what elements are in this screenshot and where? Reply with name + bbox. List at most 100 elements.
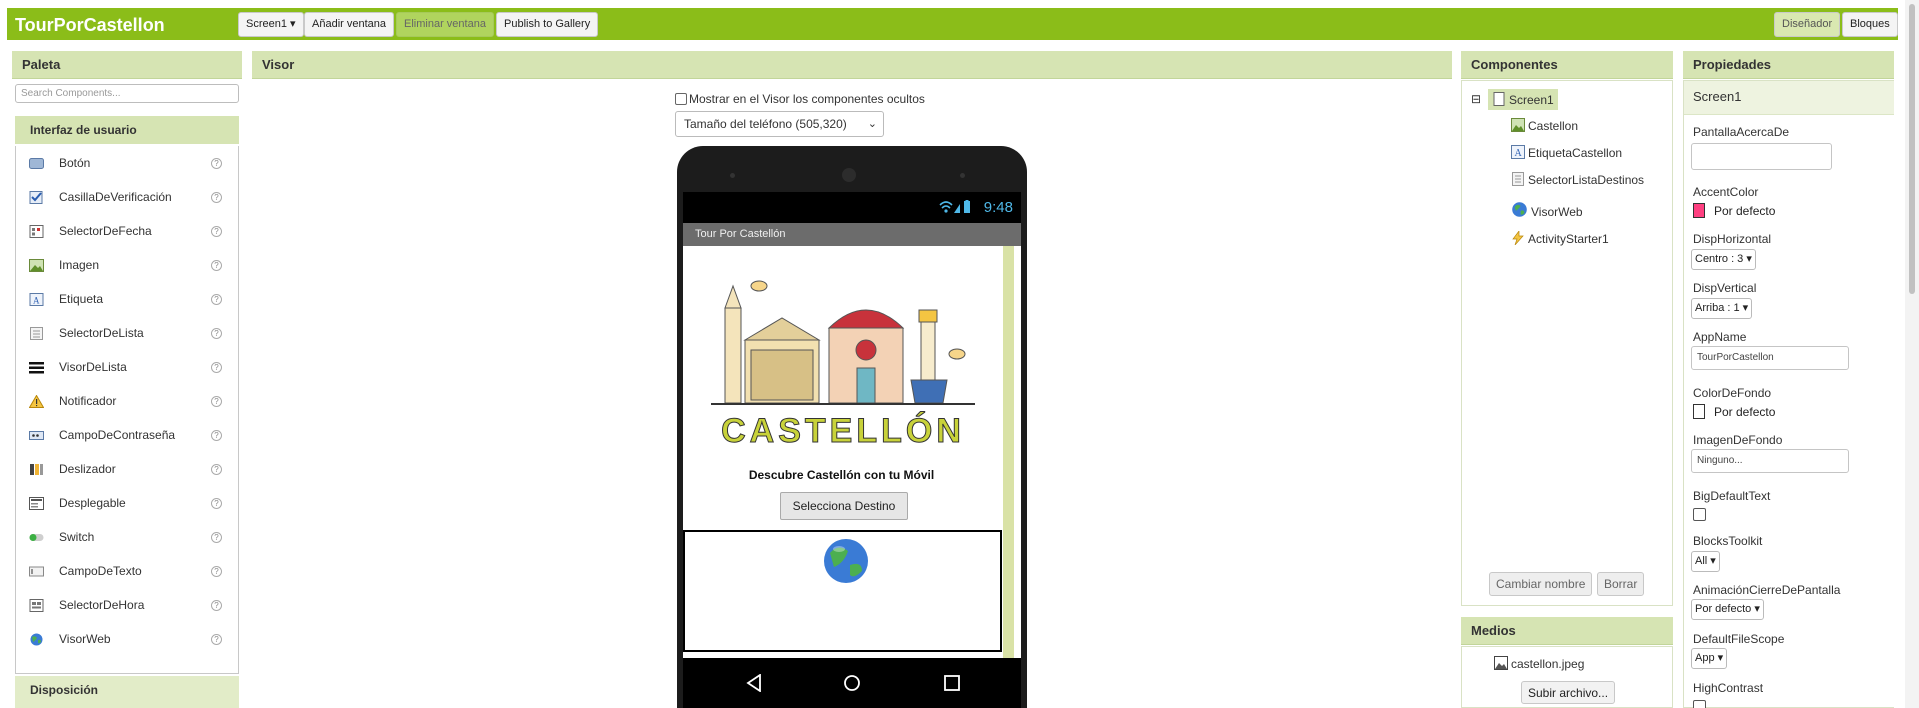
palette-item-webviewer[interactable]: VisorWeb ? [16, 622, 238, 656]
category-user-interface[interactable]: Interfaz de usuario [15, 116, 239, 144]
back-icon[interactable] [746, 674, 762, 692]
palette-item-label[interactable]: A Etiqueta ? [16, 282, 238, 316]
help-icon[interactable]: ? [211, 226, 222, 237]
prop-about-textarea[interactable] [1691, 143, 1832, 170]
properties-component-name: Screen1 [1684, 81, 1894, 115]
blocks-button[interactable]: Bloques [1842, 12, 1898, 37]
palette-item-spinner[interactable]: Desplegable ? [16, 486, 238, 520]
prop-accent-swatch[interactable] [1693, 203, 1705, 218]
help-icon[interactable]: ? [211, 294, 222, 305]
help-icon[interactable]: ? [211, 498, 222, 509]
help-icon[interactable]: ? [211, 158, 222, 169]
prop-accent-value[interactable]: Por defecto [1714, 204, 1775, 218]
prop-appname-input[interactable]: TourPorCastellon [1691, 346, 1849, 370]
help-icon[interactable]: ? [211, 260, 222, 271]
checkbox-box[interactable] [675, 93, 687, 105]
add-screen-button[interactable]: Añadir ventana [304, 12, 394, 37]
palette-item-slider[interactable]: Deslizador ? [16, 452, 238, 486]
prop-bgimage-label: ImagenDeFondo [1693, 433, 1783, 447]
tree-item-castellon[interactable]: Castellon [1511, 118, 1578, 133]
tree-item-label: Castellon [1528, 119, 1579, 133]
help-icon[interactable]: ? [211, 396, 222, 407]
scrollbar-thumb[interactable] [1909, 4, 1915, 294]
properties-header: Propiedades [1683, 51, 1894, 79]
tree-item-visorweb[interactable]: VisorWeb [1511, 201, 1583, 219]
tree-item-screen1[interactable]: Screen1 [1488, 89, 1558, 110]
globe-icon [1512, 202, 1527, 217]
palette-item-password[interactable]: CampoDeContraseña ? [16, 418, 238, 452]
help-icon[interactable]: ? [211, 362, 222, 373]
page-scrollbar[interactable] [1905, 0, 1919, 708]
clock-icon [29, 599, 44, 612]
tree-item-label: VisorWeb [1531, 205, 1583, 219]
publish-gallery-button[interactable]: Publish to Gallery [496, 12, 599, 37]
tree-item-label: Screen1 [1509, 93, 1554, 107]
upload-file-button[interactable]: Subir archivo... [1521, 681, 1616, 704]
help-icon[interactable]: ? [211, 430, 222, 441]
palette-item-notifier[interactable]: Notificador ? [16, 384, 238, 418]
palette-item-listview[interactable]: VisorDeLista ? [16, 350, 238, 384]
palette-item-label: SelectorDeFecha [59, 224, 152, 238]
palette-item-switch[interactable]: Switch ? [16, 520, 238, 554]
palette-item-textbox[interactable]: CampoDeTexto ? [16, 554, 238, 588]
media-file-item[interactable]: castellon.jpeg [1494, 656, 1584, 671]
tree-item-etiqueta[interactable]: A EtiquetaCastellon [1511, 145, 1622, 160]
prop-accent-label: AccentColor [1693, 185, 1759, 199]
warning-icon [29, 395, 44, 408]
prop-toolkit-label: BlocksToolkit [1693, 534, 1763, 548]
home-icon[interactable] [843, 674, 861, 692]
tree-item-label: SelectorListaDestinos [1528, 173, 1645, 187]
palette-item-label: CampoDeContraseña [59, 428, 176, 442]
help-icon[interactable]: ? [211, 192, 222, 203]
help-icon[interactable]: ? [211, 634, 222, 645]
list-view-icon [29, 362, 44, 374]
phone-size-select[interactable]: Tamaño del teléfono (505,320) ⌄ [675, 111, 884, 137]
tree-item-activitystarter[interactable]: ActivityStarter1 [1511, 231, 1609, 246]
help-icon[interactable]: ? [211, 328, 222, 339]
prop-filescope-select[interactable]: App ▾ [1691, 648, 1728, 669]
designer-button[interactable]: Diseñador [1774, 12, 1841, 37]
palette-item-label: SelectorDeHora [59, 598, 145, 612]
prop-bgcolor-swatch[interactable] [1693, 404, 1705, 419]
screen-dropdown[interactable]: Screen1 ▾ [238, 12, 304, 37]
palette-item-button[interactable]: Botón ? [16, 146, 238, 180]
delete-button[interactable]: Borrar [1597, 572, 1645, 596]
palette-item-listpicker[interactable]: SelectorDeLista ? [16, 316, 238, 350]
globe-icon [30, 633, 43, 646]
prop-toolkit-select[interactable]: All ▾ [1691, 551, 1720, 572]
logo-text: CASTELLÓN [721, 412, 965, 450]
status-bar: 9:48 [683, 192, 1021, 223]
palette-item-image[interactable]: Imagen ? [16, 248, 238, 282]
tree-item-selector[interactable]: SelectorListaDestinos [1511, 172, 1644, 187]
select-destination-button[interactable]: Selecciona Destino [780, 492, 908, 520]
webviewer-box[interactable] [683, 530, 1002, 652]
status-time: 9:48 [983, 199, 1013, 216]
category-layout[interactable]: Disposición [15, 676, 239, 708]
prop-align-v-label: DispVertical [1693, 281, 1757, 295]
screen-scrollbar[interactable] [1003, 246, 1014, 658]
help-icon[interactable]: ? [211, 566, 222, 577]
help-icon[interactable]: ? [211, 600, 222, 611]
palette-item-timepicker[interactable]: SelectorDeHora ? [16, 588, 238, 622]
project-title: TourPorCastellon [15, 15, 165, 35]
prop-close-anim-select[interactable]: Por defecto ▾ [1691, 599, 1764, 620]
prop-highcontrast-checkbox[interactable] [1693, 700, 1706, 708]
collapse-icon[interactable]: ⊟ [1471, 92, 1481, 106]
sensor-icon [960, 173, 965, 178]
prop-bgcolor-value[interactable]: Por defecto [1714, 405, 1775, 419]
prop-bgimage-input[interactable]: Ninguno... [1691, 449, 1849, 473]
castellon-image[interactable]: CASTELLÓN [711, 270, 975, 450]
prop-align-v-select[interactable]: Arriba : 1 ▾ [1691, 298, 1753, 319]
help-icon[interactable]: ? [211, 532, 222, 543]
prop-align-h-select[interactable]: Centro : 3 ▾ [1691, 249, 1756, 270]
rename-button[interactable]: Cambiar nombre [1489, 572, 1593, 596]
prop-bigtext-checkbox[interactable] [1693, 508, 1706, 521]
palette-search-input[interactable]: Search Components... [15, 84, 239, 103]
palette-item-datepicker[interactable]: SelectorDeFecha ? [16, 214, 238, 248]
remove-screen-button[interactable]: Eliminar ventana [396, 12, 494, 37]
show-hidden-checkbox[interactable]: Mostrar en el Visor los componentes ocul… [675, 92, 925, 106]
recent-apps-icon[interactable] [944, 675, 960, 691]
help-icon[interactable]: ? [211, 464, 222, 475]
palette-item-checkbox[interactable]: CasillaDeVerificación ? [16, 180, 238, 214]
prop-bgcolor-label: ColorDeFondo [1693, 386, 1772, 400]
